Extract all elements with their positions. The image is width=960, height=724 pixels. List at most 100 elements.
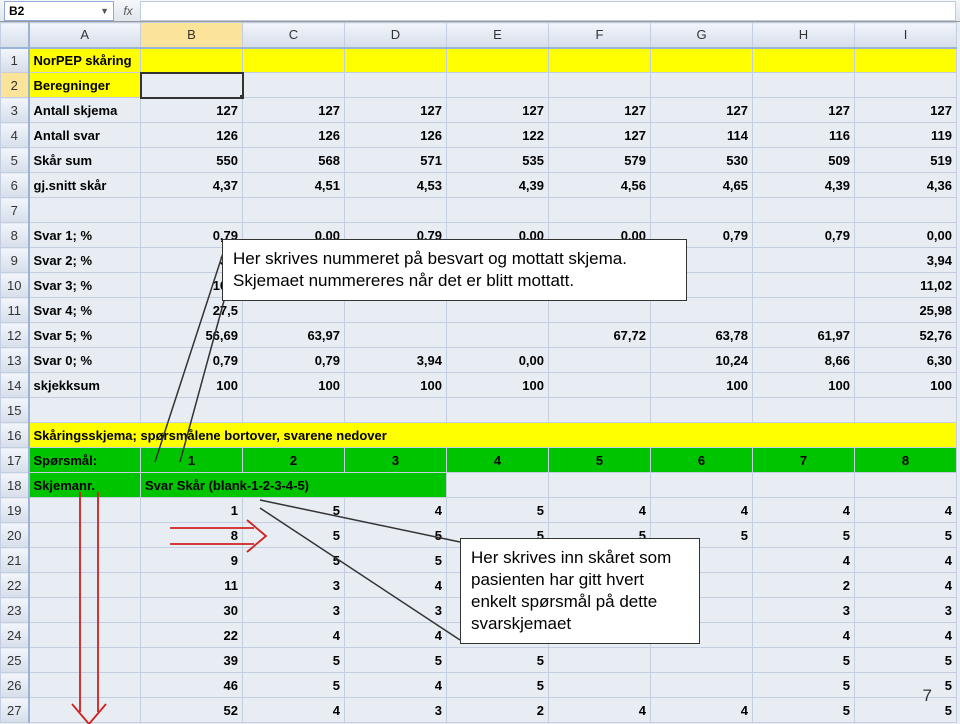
cell[interactable]: 100 [753, 373, 855, 398]
cell[interactable]: 5 [447, 498, 549, 523]
cell[interactable] [549, 473, 651, 498]
cell[interactable]: 0,79 [141, 348, 243, 373]
row-header-20[interactable]: 20 [1, 523, 29, 548]
row-header-18[interactable]: 18 [1, 473, 29, 498]
row-header-17[interactable]: 17 [1, 448, 29, 473]
cell[interactable] [243, 398, 345, 423]
cell[interactable] [345, 298, 447, 323]
cell[interactable]: 4 [855, 623, 957, 648]
cell[interactable] [447, 198, 549, 223]
cell[interactable] [29, 648, 141, 673]
cell[interactable]: 8,66 [753, 348, 855, 373]
cell[interactable]: 127 [855, 98, 957, 123]
cell[interactable] [29, 398, 141, 423]
cell[interactable]: 127 [243, 98, 345, 123]
cell[interactable]: 5 [447, 648, 549, 673]
col-header-E[interactable]: E [447, 23, 549, 48]
row-header-19[interactable]: 19 [1, 498, 29, 523]
cell[interactable]: 2 [447, 698, 549, 723]
row-header-25[interactable]: 25 [1, 648, 29, 673]
cell[interactable] [651, 298, 753, 323]
cell[interactable]: 61,97 [753, 323, 855, 348]
cell[interactable]: Svar 2; % [29, 248, 141, 273]
cell[interactable]: 127 [141, 98, 243, 123]
cell[interactable]: 4,36 [855, 173, 957, 198]
row-header-13[interactable]: 13 [1, 348, 29, 373]
cell[interactable]: 8 [141, 523, 243, 548]
cell[interactable]: 5 [855, 648, 957, 673]
cell[interactable] [549, 298, 651, 323]
cell[interactable]: 535 [447, 148, 549, 173]
cell[interactable]: 5 [345, 548, 447, 573]
cell[interactable] [651, 48, 753, 73]
cell[interactable]: 126 [243, 123, 345, 148]
cell[interactable] [141, 198, 243, 223]
cell[interactable] [651, 198, 753, 223]
cell[interactable]: 3 [345, 448, 447, 473]
cell[interactable]: 2 [753, 573, 855, 598]
cell[interactable]: 6 [651, 448, 753, 473]
cell[interactable] [549, 373, 651, 398]
cell[interactable] [29, 623, 141, 648]
cell[interactable]: 22 [141, 623, 243, 648]
cell[interactable]: Skjemanr. [29, 473, 141, 498]
cell[interactable]: 4 [345, 673, 447, 698]
cell[interactable]: Svar 3; % [29, 273, 141, 298]
cell[interactable] [549, 48, 651, 73]
cell[interactable]: 5 [855, 673, 957, 698]
cell[interactable]: 550 [141, 148, 243, 173]
cell[interactable]: 4 [855, 573, 957, 598]
cell[interactable]: 127 [549, 123, 651, 148]
cell[interactable]: 7 [753, 448, 855, 473]
cell[interactable]: 4,51 [243, 173, 345, 198]
cell[interactable]: 127 [549, 98, 651, 123]
cell[interactable]: gj.snitt skår [29, 173, 141, 198]
cell[interactable]: 126 [345, 123, 447, 148]
row-header-26[interactable]: 26 [1, 673, 29, 698]
col-header-B[interactable]: B [141, 23, 243, 48]
cell[interactable]: 116 [753, 123, 855, 148]
cell[interactable] [753, 73, 855, 98]
cell[interactable]: 122 [447, 123, 549, 148]
cell[interactable]: Spørsmål: [29, 448, 141, 473]
cell[interactable]: 4 [549, 698, 651, 723]
cell[interactable]: 100 [855, 373, 957, 398]
cell[interactable]: 46 [141, 673, 243, 698]
chevron-down-icon[interactable]: ▼ [100, 6, 109, 16]
cell[interactable]: Svar Skår (blank-1-2-3-4-5) [141, 473, 447, 498]
cell[interactable]: 5 [855, 698, 957, 723]
cell[interactable]: Antall svar [29, 123, 141, 148]
cell[interactable] [753, 48, 855, 73]
row-header-1[interactable]: 1 [1, 48, 29, 73]
cell[interactable]: 4,56 [549, 173, 651, 198]
cell[interactable] [141, 398, 243, 423]
cell[interactable] [549, 73, 651, 98]
cell[interactable]: 2 [243, 448, 345, 473]
cell[interactable]: 10,24 [651, 348, 753, 373]
cell[interactable]: 5 [753, 648, 855, 673]
cell[interactable]: 3 [243, 598, 345, 623]
cell[interactable]: 568 [243, 148, 345, 173]
cell[interactable] [549, 673, 651, 698]
row-header-5[interactable]: 5 [1, 148, 29, 173]
cell[interactable]: 100 [447, 373, 549, 398]
cell[interactable] [447, 473, 549, 498]
cell[interactable]: 3,94 [345, 348, 447, 373]
cell[interactable] [29, 198, 141, 223]
formula-input[interactable] [140, 1, 956, 21]
row-header-21[interactable]: 21 [1, 548, 29, 573]
cell[interactable]: 4 [243, 698, 345, 723]
cell[interactable]: 39 [141, 648, 243, 673]
cell[interactable]: 119 [855, 123, 957, 148]
cell[interactable] [447, 398, 549, 423]
cell[interactable]: 127 [345, 98, 447, 123]
cell[interactable]: 530 [651, 148, 753, 173]
cell[interactable] [243, 48, 345, 73]
cell[interactable] [855, 398, 957, 423]
cell[interactable]: 30 [141, 598, 243, 623]
cell[interactable]: Skåringsskjema; spørsmålene bortover, sv… [29, 423, 957, 448]
cell[interactable]: 56,69 [141, 323, 243, 348]
cell[interactable] [447, 73, 549, 98]
cell[interactable]: 4,39 [753, 173, 855, 198]
cell[interactable] [29, 673, 141, 698]
